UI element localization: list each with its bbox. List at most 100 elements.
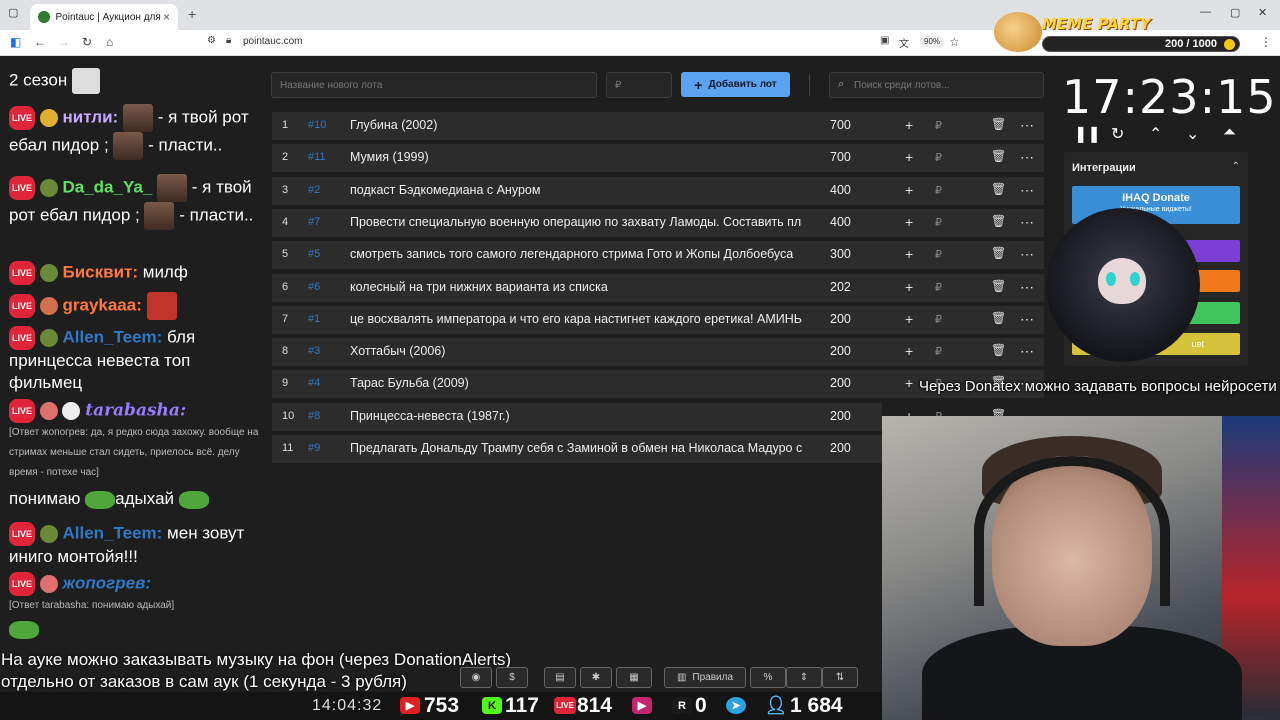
lot-row[interactable]: 4 #7 Провести специальную военную операцию… — [272, 209, 1044, 237]
lot-name[interactable]: смотреть запись того самого легендарного… — [350, 247, 802, 261]
currency-icon[interactable]: ₽ — [935, 119, 942, 132]
browser-tab[interactable]: Pointauc | Аукцион для стриме × — [30, 4, 178, 30]
lot-name[interactable]: Принцесса-невеста (1987г.) — [350, 409, 802, 423]
delete-icon[interactable]: 🗑︎ — [991, 279, 1006, 293]
lot-name[interactable]: Хоттабыч (2006) — [350, 344, 802, 358]
delete-icon[interactable]: 🗑︎ — [991, 343, 1006, 357]
new-tab-icon[interactable]: + — [188, 6, 196, 22]
currency-icon[interactable]: ₽ — [935, 184, 942, 197]
percent-button[interactable]: % — [750, 667, 786, 688]
more-icon[interactable]: ⋯ — [1020, 343, 1034, 360]
currency-icon[interactable]: ₽ — [935, 281, 942, 294]
lot-name[interactable]: Предлагать Дональду Трампу себя с Замино… — [350, 441, 802, 455]
play-icon: ▶ — [632, 697, 652, 714]
doge-icon — [994, 12, 1042, 52]
delete-icon[interactable]: 🗑︎ — [991, 214, 1006, 228]
save-icon[interactable]: ▤ — [544, 667, 576, 688]
delete-icon[interactable]: 🗑︎ — [991, 149, 1006, 163]
lot-name[interactable]: подкаст Бэдкомедиана с Ануром — [350, 183, 802, 197]
zoom-level[interactable]: 90% — [920, 36, 945, 47]
lot-row[interactable]: 5 #5 смотреть запись того самого легендарн… — [272, 241, 1044, 269]
lot-row[interactable]: 7 #1 це восхвалять императора и что его ка… — [272, 306, 1044, 334]
chat-message: LIVE tarabasha: [Ответ жопогрев: да, я р… — [9, 399, 259, 483]
more-icon[interactable]: ⋯ — [1020, 117, 1034, 134]
bug-icon[interactable]: ✱ — [580, 667, 612, 688]
tab-list-icon[interactable]: ▢ — [8, 6, 18, 19]
pause-icon[interactable]: ❚❚ — [1074, 124, 1101, 144]
reload-icon[interactable]: ↻ — [82, 35, 92, 49]
add-amount-icon[interactable]: + — [905, 279, 913, 295]
lot-row[interactable]: 1 #10 Глубина (2002) 700 + ₽ 🗑︎ ⋯ — [272, 112, 1044, 140]
delete-icon[interactable]: 🗑︎ — [991, 311, 1006, 325]
lot-name[interactable]: Тарас Бульба (2009) — [350, 376, 802, 390]
rules-button[interactable]: ▥ Правила — [664, 667, 746, 688]
delete-icon[interactable]: 🗑︎ — [991, 117, 1006, 131]
lot-name[interactable]: Провести специальную военную операцию по… — [350, 215, 802, 229]
more-icon[interactable]: ⋯ — [1020, 149, 1034, 166]
collapse-icon[interactable]: ⌃ — [1232, 161, 1240, 172]
lot-row[interactable]: 11 #9 Предлагать Дональду Трампу себя с За… — [272, 435, 1034, 463]
add-lot-button[interactable]: + Добавить лот — [681, 72, 790, 97]
close-window-icon[interactable]: ✕ — [1258, 6, 1267, 19]
lot-name[interactable]: Глубина (2002) — [350, 118, 802, 132]
reset-icon[interactable]: ↻ — [1111, 124, 1124, 144]
add-amount-icon[interactable]: + — [905, 149, 913, 165]
forward-icon[interactable]: → — [58, 35, 70, 49]
address-bar[interactable]: pointauc.com — [243, 36, 302, 47]
lot-amount: 200 — [830, 344, 851, 358]
lot-row[interactable]: 8 #3 Хоттабыч (2006) 200 + ₽ 🗑︎ ⋯ — [272, 338, 1044, 366]
menu-icon[interactable]: ⋮ — [1260, 35, 1272, 49]
chat-message: LIVE Allen_Teem: мен зовут иниго монтойя… — [9, 522, 259, 568]
sidebar-icon[interactable]: ◧ — [10, 35, 21, 49]
back-icon[interactable]: ← — [34, 35, 46, 49]
lot-row[interactable]: 3 #2 подкаст Бэдкомедиана с Ануром 400 + ₽ 🗑︎ ⋯ — [272, 177, 1044, 205]
double-chevron-up-icon[interactable]: ⏶ — [1223, 124, 1236, 142]
add-amount-icon[interactable]: + — [905, 343, 913, 359]
delete-icon[interactable]: 🗑︎ — [991, 182, 1006, 196]
close-tab-icon[interactable]: × — [163, 10, 170, 24]
more-icon[interactable]: ⋯ — [1020, 214, 1034, 231]
more-icon[interactable]: ⋯ — [1020, 279, 1034, 296]
lot-amount: 202 — [830, 280, 851, 294]
currency-icon[interactable]: ₽ — [935, 345, 942, 358]
add-amount-icon[interactable]: + — [905, 375, 913, 391]
lot-row[interactable]: 2 #11 Мумия (1999) 700 + ₽ 🗑︎ ⋯ — [272, 144, 1044, 172]
add-amount-icon[interactable]: + — [905, 214, 913, 230]
emote-icon — [157, 174, 188, 202]
add-amount-icon[interactable]: + — [905, 117, 913, 133]
new-lot-input[interactable]: Название нового лота — [271, 72, 597, 98]
clear-icon[interactable]: ▦ — [616, 667, 652, 688]
sort-icon[interactable]: ⇅ — [822, 667, 858, 688]
chevron-down-icon[interactable]: ⌄ — [1186, 124, 1199, 144]
merge-icon[interactable]: ⇕ — [786, 667, 822, 688]
rules-icon: ▥ — [676, 672, 687, 683]
add-amount-icon[interactable]: + — [905, 182, 913, 198]
currency-icon[interactable]: ₽ — [935, 216, 942, 229]
currency-icon[interactable]: ₽ — [935, 151, 942, 164]
bookmark-star-icon[interactable]: ☆ — [949, 35, 960, 49]
translate-icon[interactable]: 文 — [899, 35, 909, 50]
home-icon[interactable]: ⌂ — [106, 35, 113, 49]
lot-name[interactable]: Мумия (1999) — [350, 150, 802, 164]
meme-party-title: MEME PARTY — [1042, 15, 1151, 33]
github-icon[interactable]: ◉ — [460, 667, 492, 688]
lot-name[interactable]: колесный на три нижних варианта из списк… — [350, 280, 802, 294]
lot-row[interactable]: 10#8Принцесса-невеста (1987г.)200+₽🗑︎⋯ — [272, 403, 1034, 431]
currency-icon[interactable]: ₽ — [935, 313, 942, 326]
donate-dollar-icon[interactable]: $ — [496, 667, 528, 688]
more-icon[interactable]: ⋯ — [1020, 311, 1034, 328]
lot-row[interactable]: 6 #6 колесный на три нижних варианта из сп… — [272, 274, 1044, 302]
currency-icon[interactable]: ₽ — [935, 248, 942, 261]
add-amount-icon[interactable]: + — [905, 311, 913, 327]
delete-icon[interactable]: 🗑︎ — [991, 246, 1006, 260]
page-action-icon[interactable]: ▣ — [880, 35, 889, 46]
more-icon[interactable]: ⋯ — [1020, 246, 1034, 263]
amount-input[interactable]: ₽ — [606, 72, 672, 98]
chevron-up-icon[interactable]: ⌃ — [1149, 124, 1162, 144]
search-input[interactable]: ⌕ Поиск среди лотов... — [829, 72, 1044, 98]
more-icon[interactable]: ⋯ — [1020, 182, 1034, 199]
site-info-icon[interactable]: ⚙ — [207, 35, 216, 46]
add-amount-icon[interactable]: + — [905, 246, 913, 262]
lot-amount: 200 — [830, 376, 851, 390]
lot-name[interactable]: це восхвалять императора и что его кара … — [350, 312, 802, 326]
